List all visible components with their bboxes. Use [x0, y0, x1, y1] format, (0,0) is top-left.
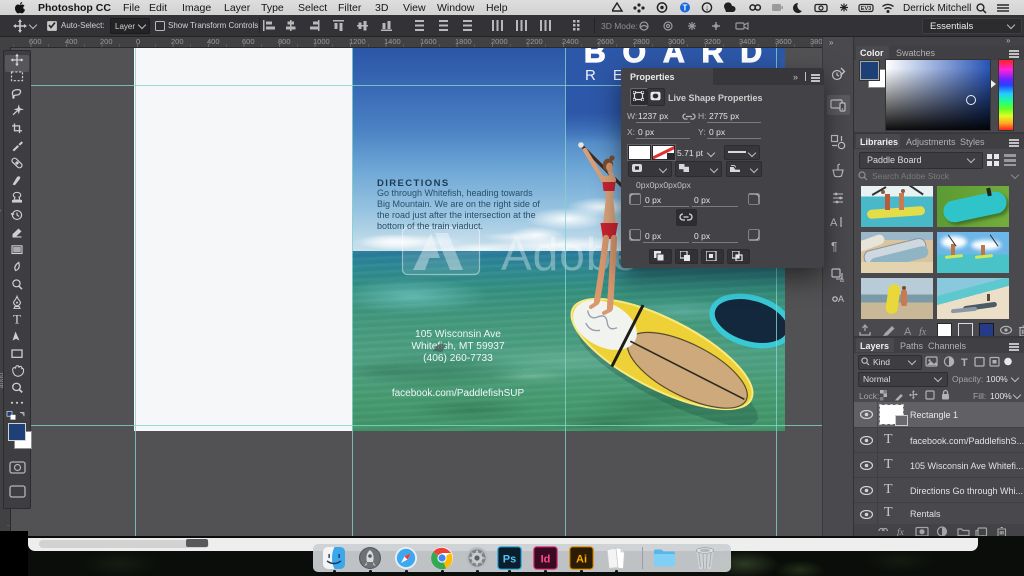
- svg-text:T: T: [13, 313, 21, 327]
- svg-text:A: A: [830, 217, 838, 229]
- svg-text:EV3: EV3: [861, 6, 871, 12]
- svg-text:T: T: [961, 357, 968, 368]
- svg-text:Id: Id: [541, 554, 551, 566]
- svg-text:a: a: [840, 277, 844, 284]
- svg-text:Ps: Ps: [503, 554, 516, 566]
- svg-text:↓: ↓: [705, 3, 709, 13]
- svg-text:T: T: [683, 3, 688, 12]
- svg-text:¶: ¶: [831, 240, 837, 254]
- svg-text:Ai: Ai: [576, 554, 587, 566]
- svg-text:A: A: [838, 294, 844, 304]
